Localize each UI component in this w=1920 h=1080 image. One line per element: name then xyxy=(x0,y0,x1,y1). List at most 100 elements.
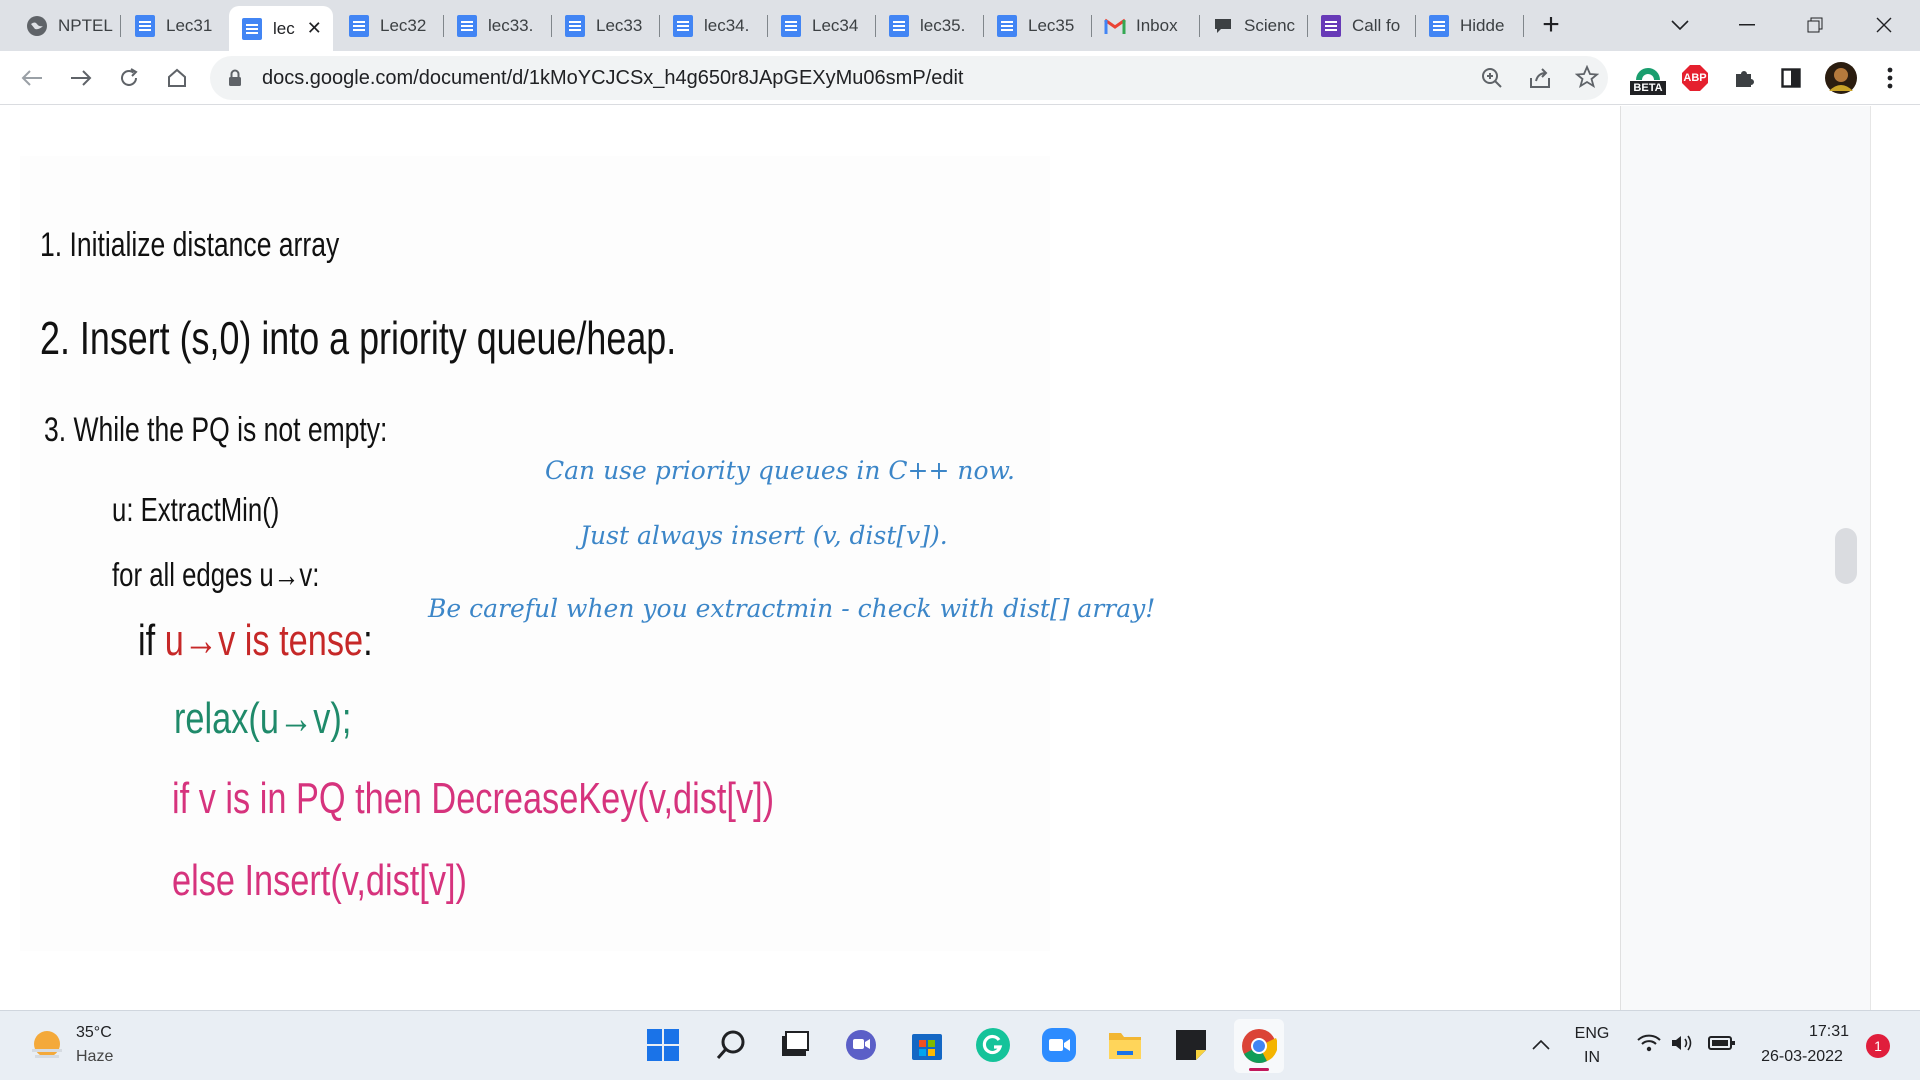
zoom-meetings-icon[interactable] xyxy=(1040,1026,1078,1064)
clock-date[interactable]: 26-03-2022 xyxy=(1752,1048,1852,1066)
weather-description[interactable]: Haze xyxy=(76,1048,113,1066)
chat-icon xyxy=(1212,15,1234,37)
windows-start-icon[interactable] xyxy=(644,1026,682,1064)
for-all-edges-text: for all edges u→v: xyxy=(112,556,320,593)
teams-chat-icon[interactable] xyxy=(842,1026,880,1064)
extension-beta-icon[interactable]: BETA xyxy=(1630,59,1666,99)
relax-text: relax(u→v); xyxy=(174,694,352,743)
docs-icon xyxy=(1428,15,1450,37)
tray-chevron-up-icon[interactable] xyxy=(1532,1037,1550,1055)
clock-time[interactable]: 17:31 xyxy=(1806,1023,1852,1041)
docs-icon xyxy=(241,17,263,40)
profile-avatar[interactable] xyxy=(1824,61,1858,95)
tab-lec33-dot[interactable]: lec33. xyxy=(444,6,548,46)
menu-dots-icon[interactable] xyxy=(1875,63,1905,93)
tense-condition: u→v is tense xyxy=(164,616,364,665)
docs-icon xyxy=(456,15,478,37)
notification-badge[interactable]: 1 xyxy=(1866,1034,1890,1058)
docs-icon xyxy=(888,15,910,37)
docs-right-margin xyxy=(1620,106,1870,1010)
tab-title: Lec35 xyxy=(1028,16,1075,35)
tab-lec35-dot[interactable]: lec35. xyxy=(876,6,980,46)
close-window-icon[interactable] xyxy=(1864,8,1904,42)
extensions-puzzle-icon[interactable] xyxy=(1729,63,1759,93)
language-code[interactable]: ENG xyxy=(1570,1025,1614,1043)
tab-title: Lec34 xyxy=(812,16,859,35)
bookmark-star-icon[interactable] xyxy=(1574,64,1600,94)
windows-taskbar: 35°C Haze ENG IN 17:31 26-03-2022 1 xyxy=(0,1010,1920,1080)
tab-title: Scienc xyxy=(1244,16,1296,35)
wifi-icon[interactable] xyxy=(1636,1033,1662,1058)
chrome-icon xyxy=(1242,1029,1277,1063)
tab-nptel[interactable]: NPTEL xyxy=(14,6,118,46)
docs-icon xyxy=(672,15,694,37)
handwritten-note-2: Just always insert (v, dist[v]). xyxy=(580,521,948,550)
decrease-key-text: if v is in PQ then DecreaseKey(v,dist[v]… xyxy=(172,774,775,823)
docs-icon xyxy=(780,15,802,37)
task-view-icon[interactable] xyxy=(776,1026,814,1064)
tab-lec32[interactable]: Lec32 xyxy=(336,6,440,46)
address-bar[interactable]: docs.google.com/document/d/1kMoYCJCSx_h4… xyxy=(210,56,1608,100)
tab-title: Lec32 xyxy=(380,16,427,35)
scrollbar-thumb[interactable] xyxy=(1835,528,1857,584)
grammarly-icon[interactable] xyxy=(974,1026,1012,1064)
tab-title: lec xyxy=(273,18,295,38)
active-app-indicator xyxy=(1249,1068,1269,1071)
language-region[interactable]: IN xyxy=(1570,1049,1614,1067)
docs-icon xyxy=(564,15,586,37)
step-2-text: 2. Insert (s,0) into a priority queue/he… xyxy=(40,312,677,364)
tab-lec31[interactable]: Lec31 xyxy=(122,6,226,46)
document-page: 1. Initialize distance array 2. Insert (… xyxy=(0,106,1620,1010)
lock-icon[interactable] xyxy=(228,69,242,92)
tab-title: lec34. xyxy=(704,16,750,35)
beta-badge: BETA xyxy=(1630,81,1666,95)
tab-search-chevron-icon[interactable] xyxy=(1660,8,1700,42)
volume-icon[interactable] xyxy=(1670,1033,1696,1058)
abp-label: ABP xyxy=(1683,72,1707,84)
adblock-icon[interactable]: ABP xyxy=(1680,63,1710,93)
reload-icon[interactable] xyxy=(114,63,144,93)
url-text[interactable]: docs.google.com/document/d/1kMoYCJCSx_h4… xyxy=(262,67,963,90)
if-tense-line: if u→v is tense: xyxy=(138,616,373,666)
tab-separator xyxy=(1523,15,1524,37)
tab-inbox[interactable]: Inbox xyxy=(1092,6,1196,46)
sticky-notes-icon[interactable] xyxy=(1172,1026,1210,1064)
weather-temperature[interactable]: 35°C xyxy=(76,1024,112,1042)
step-3-text: 3. While the PQ is not empty: xyxy=(44,411,388,449)
new-tab-button[interactable]: + xyxy=(1536,10,1566,40)
tab-hidden[interactable]: Hidde xyxy=(1416,6,1520,46)
tab-lec-active[interactable]: lec ✕ xyxy=(229,6,333,51)
handwritten-note-1: Can use priority queues in C++ now. xyxy=(545,456,1015,485)
tab-lec34-dot[interactable]: lec34. xyxy=(660,6,764,46)
tab-lec35[interactable]: Lec35 xyxy=(984,6,1088,46)
tab-science[interactable]: Scienc xyxy=(1200,6,1304,46)
chrome-taskbar-button[interactable] xyxy=(1234,1019,1284,1073)
forward-arrow-icon[interactable] xyxy=(66,63,96,93)
file-explorer-icon[interactable] xyxy=(1106,1026,1144,1064)
minimize-icon[interactable] xyxy=(1727,8,1767,42)
side-panel-icon[interactable] xyxy=(1776,63,1806,93)
microsoft-store-icon[interactable] xyxy=(908,1026,946,1064)
weather-haze-icon[interactable] xyxy=(28,1027,66,1070)
restore-icon[interactable] xyxy=(1795,8,1835,42)
home-icon[interactable] xyxy=(162,63,192,93)
tab-title: Call fo xyxy=(1352,16,1401,35)
tab-title: lec35. xyxy=(920,16,966,35)
tab-lec33[interactable]: Lec33 xyxy=(552,6,656,46)
zoom-icon[interactable] xyxy=(1480,66,1504,95)
docs-icon xyxy=(134,15,156,37)
page-scrollbar-track[interactable] xyxy=(1870,106,1920,1010)
tab-title: Lec33 xyxy=(596,16,643,35)
tab-lec34[interactable]: Lec34 xyxy=(768,6,872,46)
globe-icon xyxy=(26,15,48,37)
else-insert-text: else Insert(v,dist[v]) xyxy=(172,856,467,905)
battery-icon[interactable] xyxy=(1708,1035,1736,1056)
search-icon[interactable] xyxy=(712,1026,750,1064)
close-tab-icon[interactable]: ✕ xyxy=(307,18,322,39)
share-icon[interactable] xyxy=(1528,66,1552,95)
back-arrow-icon[interactable] xyxy=(17,63,47,93)
tab-title: Lec31 xyxy=(166,16,213,35)
tab-separator xyxy=(120,15,121,37)
embedded-slide-image: 1. Initialize distance array 2. Insert (… xyxy=(20,156,1155,951)
tab-call-for[interactable]: Call fo xyxy=(1308,6,1412,46)
